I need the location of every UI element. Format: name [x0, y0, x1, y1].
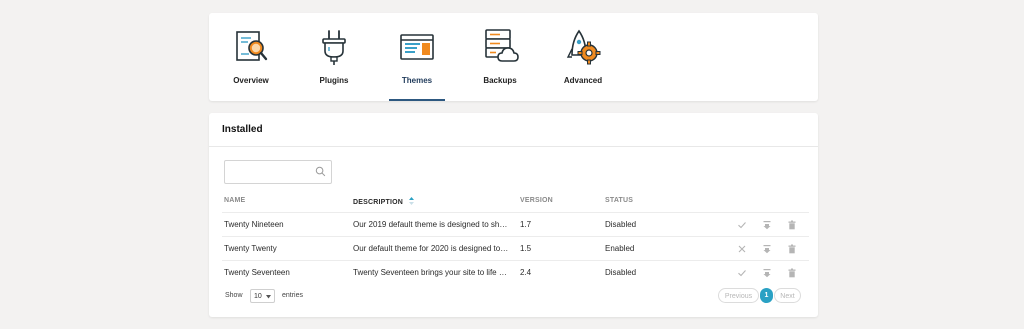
theme-description: Twenty Seventeen brings your site to lif…: [353, 268, 509, 277]
search-icon: [315, 166, 326, 177]
nav-item-plugins[interactable]: Plugins: [294, 13, 374, 101]
theme-description: Our 2019 default theme is designed to sh…: [353, 220, 509, 229]
theme-version: 1.7: [520, 220, 532, 229]
trash-icon[interactable]: [787, 268, 797, 278]
theme-description: Our default theme for 2020 is designed t…: [353, 244, 509, 253]
nav-label-themes: Themes: [401, 76, 433, 85]
nav-label-advanced: Advanced: [563, 76, 603, 85]
nav-label-backups: Backups: [483, 76, 517, 85]
table-row: Twenty Nineteen Our 2019 default theme i…: [222, 212, 809, 237]
column-header-version[interactable]: VERSION: [520, 197, 553, 204]
panel-divider: [209, 146, 818, 147]
table-row: Twenty Twenty Our default theme for 2020…: [222, 236, 809, 261]
theme-status: Enabled: [605, 244, 635, 253]
nav-label-plugins: Plugins: [319, 76, 349, 85]
browser-window-icon: [400, 34, 434, 60]
nav-item-backups[interactable]: Backups: [460, 13, 540, 101]
page-size-value: 10: [254, 293, 262, 300]
check-icon[interactable]: [737, 268, 747, 278]
theme-status: Disabled: [605, 268, 637, 277]
trash-icon[interactable]: [787, 244, 797, 254]
show-label: Show: [225, 292, 243, 299]
trash-icon[interactable]: [787, 220, 797, 230]
plug-icon: [322, 30, 346, 65]
server-cloud-icon: [485, 29, 519, 62]
rocket-gear-icon: [566, 29, 601, 65]
nav-label-overview: Overview: [233, 76, 269, 85]
active-tab-indicator: [389, 99, 445, 101]
download-icon[interactable]: [762, 244, 772, 254]
sort-icon: [409, 197, 415, 205]
download-icon[interactable]: [762, 268, 772, 278]
theme-status: Disabled: [605, 220, 637, 229]
theme-name: Twenty Seventeen: [224, 268, 290, 277]
theme-version: 1.5: [520, 244, 532, 253]
nav-item-overview[interactable]: Overview: [211, 13, 291, 101]
nav-item-advanced[interactable]: Advanced: [543, 13, 623, 101]
theme-name: Twenty Nineteen: [224, 220, 284, 229]
theme-version: 2.4: [520, 268, 532, 277]
column-header-status[interactable]: STATUS: [605, 197, 633, 204]
section-nav: Overview Plugins Themes Backups Advanced: [209, 13, 818, 101]
document-magnifier-icon: [236, 31, 268, 61]
installed-panel: Installed NAME DESCRIPTION VERSION STATU…: [209, 113, 818, 317]
nav-item-themes[interactable]: Themes: [377, 13, 457, 101]
column-header-name[interactable]: NAME: [224, 197, 245, 204]
column-header-description-label: DESCRIPTION: [353, 199, 404, 206]
chevron-down-icon: [266, 295, 271, 299]
previous-page-button[interactable]: Previous: [718, 288, 759, 303]
page-1-button[interactable]: 1: [760, 288, 773, 303]
table-row: Twenty Seventeen Twenty Seventeen brings…: [222, 260, 809, 285]
check-icon[interactable]: [737, 220, 747, 230]
column-header-description[interactable]: DESCRIPTION: [353, 197, 415, 206]
entries-label: entries: [282, 292, 304, 299]
next-page-button[interactable]: Next: [774, 288, 801, 303]
page-size-select[interactable]: 10: [250, 289, 275, 303]
theme-name: Twenty Twenty: [224, 244, 277, 253]
x-icon[interactable]: [737, 244, 747, 254]
download-icon[interactable]: [762, 220, 772, 230]
search-input[interactable]: [224, 160, 332, 184]
panel-title: Installed: [222, 124, 263, 135]
